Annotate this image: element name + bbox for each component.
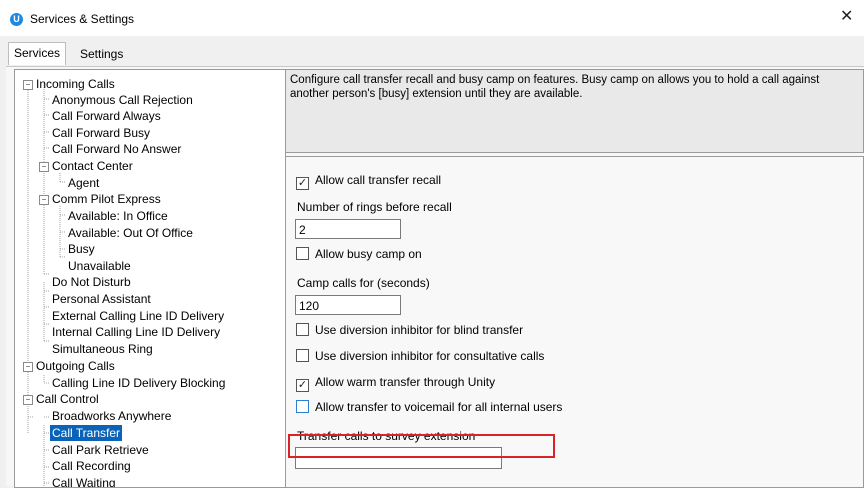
diversion-blind-label: Use diversion inhibitor for blind transf… (315, 323, 524, 337)
allow-busy-camp-label: Allow busy camp on (315, 247, 422, 261)
warm-transfer-row[interactable]: ✓ Allow warm transfer through Unity (296, 375, 495, 392)
tree-item-label: Call Waiting (52, 476, 116, 488)
tree-item-label: Outgoing Calls (36, 359, 115, 373)
collapse-icon[interactable]: − (23, 362, 33, 372)
tree-item-label: Comm Pilot Express (52, 192, 161, 206)
camp-calls-label: Camp calls for (seconds) (297, 276, 430, 290)
diversion-consult-checkbox[interactable] (296, 349, 309, 362)
tree-item-label: Call Transfer (52, 426, 121, 440)
services-tree[interactable]: − Incoming Calls Anonymous Call Rejection… (14, 69, 286, 488)
tree-item-outgoing-calls[interactable]: − Outgoing Calls (23, 358, 115, 374)
tree-item-label: Call Control (36, 392, 99, 406)
tree-item-incoming-calls[interactable]: − Incoming Calls (23, 76, 115, 92)
app-logo-icon: U (10, 13, 23, 26)
tree-item-label: Do Not Disturb (52, 275, 131, 289)
allow-recall-checkbox[interactable]: ✓ (296, 177, 309, 190)
tree-item-internal-calling-line-id[interactable]: Internal Calling Line ID Delivery (52, 324, 220, 340)
tree-item-do-not-disturb[interactable]: Do Not Disturb (52, 274, 131, 290)
title-bar: U Services & Settings ✕ (0, 0, 864, 36)
collapse-icon[interactable]: − (23, 395, 33, 405)
tree-item-label: Anonymous Call Rejection (52, 93, 193, 107)
warm-transfer-label: Allow warm transfer through Unity (315, 375, 496, 389)
tree-item-personal-assistant[interactable]: Personal Assistant (52, 291, 151, 307)
services-tab-content: − Incoming Calls Anonymous Call Rejection… (6, 66, 864, 488)
tree-item-call-waiting[interactable]: Call Waiting (52, 475, 116, 488)
diversion-blind-row[interactable]: Use diversion inhibitor for blind transf… (296, 323, 523, 337)
voicemail-transfer-label: Allow transfer to voicemail for all inte… (315, 400, 563, 414)
tree-item-label: Unavailable (68, 259, 131, 273)
tree-item-label: Agent (68, 176, 100, 190)
camp-calls-seconds-input[interactable]: 120 (295, 295, 401, 315)
highlight-annotation-box (288, 434, 555, 458)
rings-label: Number of rings before recall (297, 200, 452, 214)
voicemail-transfer-row[interactable]: Allow transfer to voicemail for all inte… (296, 400, 562, 414)
tree-item-label: Call Forward No Answer (52, 142, 182, 156)
tree-item-call-park-retrieve[interactable]: Call Park Retrieve (52, 442, 149, 458)
tree-item-anonymous-call-rejection[interactable]: Anonymous Call Rejection (52, 92, 193, 108)
tree-item-label: Internal Calling Line ID Delivery (52, 325, 221, 339)
window-title: Services & Settings (30, 12, 135, 26)
description-text: Configure call transfer recall and busy … (290, 74, 820, 100)
tree-item-label: Busy (68, 242, 95, 256)
tree-item-available-out-of-office[interactable]: Available: Out Of Office (68, 225, 193, 241)
tree-item-label: Incoming Calls (36, 77, 115, 91)
tree-item-busy[interactable]: Busy (68, 241, 95, 257)
diversion-blind-checkbox[interactable] (296, 323, 309, 336)
tree-item-broadworks-anywhere[interactable]: Broadworks Anywhere (52, 408, 171, 424)
tree-item-calling-line-id-blocking[interactable]: Calling Line ID Delivery Blocking (52, 375, 225, 391)
tree-item-unavailable[interactable]: Unavailable (68, 258, 131, 274)
tab-services[interactable]: Services (8, 42, 67, 65)
tree-item-call-transfer[interactable]: Call Transfer (50, 425, 123, 441)
diversion-consult-row[interactable]: Use diversion inhibitor for consultative… (296, 349, 544, 363)
rings-before-recall-input[interactable]: 2 (295, 219, 401, 239)
description-box: Configure call transfer recall and busy … (285, 69, 864, 153)
allow-busy-camp-row[interactable]: Allow busy camp on (296, 247, 422, 261)
tab-settings[interactable]: Settings (75, 44, 128, 64)
voicemail-transfer-checkbox[interactable] (296, 400, 309, 413)
warm-transfer-checkbox[interactable]: ✓ (296, 379, 309, 392)
tree-item-available-in-office[interactable]: Available: In Office (68, 208, 168, 224)
tree-item-comm-pilot-express[interactable]: − Comm Pilot Express (39, 191, 161, 207)
tree-item-label: Calling Line ID Delivery Blocking (52, 376, 226, 390)
tree-item-label: Broadworks Anywhere (52, 409, 172, 423)
tree-item-simultaneous-ring[interactable]: Simultaneous Ring (52, 341, 153, 357)
tree-item-label: Call Recording (52, 459, 131, 473)
tree-item-call-recording[interactable]: Call Recording (52, 458, 131, 474)
tree-item-label: External Calling Line ID Delivery (52, 309, 225, 323)
collapse-icon[interactable]: − (23, 80, 33, 90)
allow-recall-label: Allow call transfer recall (315, 173, 442, 187)
tree-item-external-calling-line-id[interactable]: External Calling Line ID Delivery (52, 308, 224, 324)
diversion-consult-label: Use diversion inhibitor for consultative… (315, 349, 545, 363)
tree-item-label: Available: In Office (68, 209, 168, 223)
allow-busy-camp-checkbox[interactable] (296, 247, 309, 260)
tree-item-label: Available: Out Of Office (68, 226, 193, 240)
tree-item-call-control[interactable]: − Call Control (23, 391, 99, 407)
tree-item-label: Call Forward Busy (52, 126, 151, 140)
tree-item-label: Call Forward Always (52, 109, 161, 123)
tree-item-contact-center[interactable]: − Contact Center (39, 158, 133, 174)
collapse-icon[interactable]: − (39, 195, 49, 205)
tab-strip: Services Settings (0, 36, 864, 66)
allow-recall-row[interactable]: ✓ Allow call transfer recall (296, 173, 441, 190)
tree-item-call-forward-no-answer[interactable]: Call Forward No Answer (52, 141, 181, 157)
collapse-icon[interactable]: − (39, 162, 49, 172)
tree-item-label: Simultaneous Ring (52, 342, 153, 356)
tree-item-agent[interactable]: Agent (68, 175, 99, 191)
tree-item-label: Call Park Retrieve (52, 443, 149, 457)
tree-item-call-forward-busy[interactable]: Call Forward Busy (52, 125, 150, 141)
close-icon[interactable]: ✕ (840, 6, 853, 26)
tree-item-label: Personal Assistant (52, 292, 151, 306)
tree-item-call-forward-always[interactable]: Call Forward Always (52, 108, 161, 124)
tree-item-label: Contact Center (52, 159, 133, 173)
